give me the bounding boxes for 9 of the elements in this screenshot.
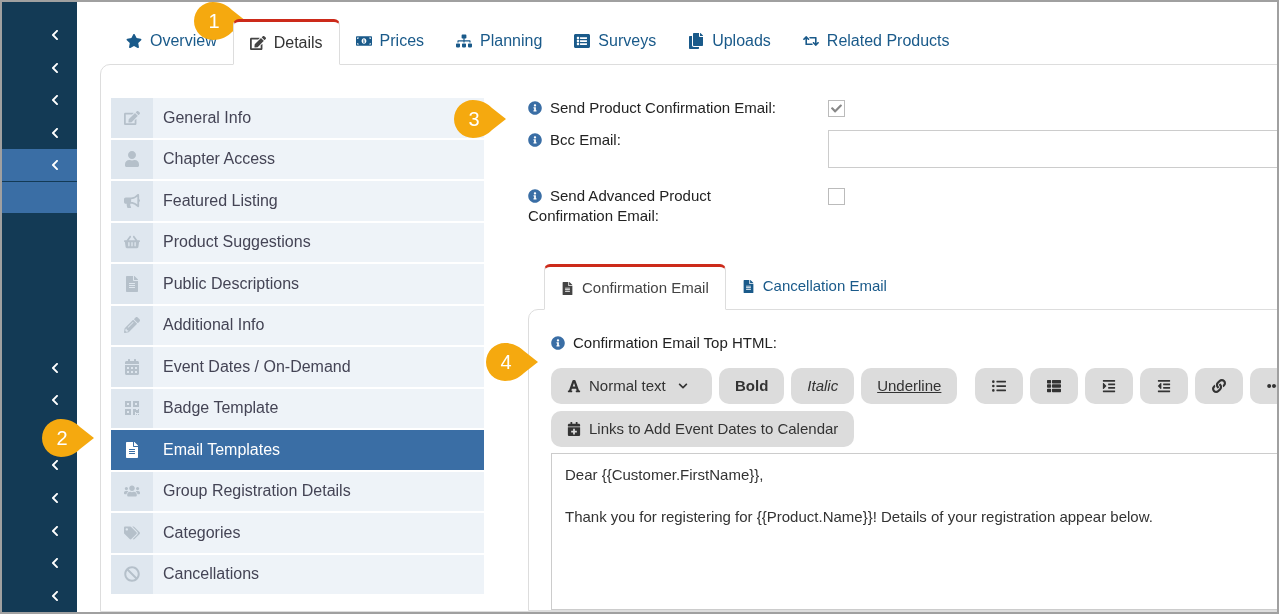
field-label: Bcc Email: [528,131,621,148]
editor-label: Confirmation Email Top HTML: [551,334,1277,352]
callout-tooltip: 3 [454,100,506,138]
callout-tooltip: 4 [486,343,538,381]
callout-tooltip: 2 [42,419,94,457]
field-label: Send Product Confirmation Email: [528,99,776,116]
editor-text: Dear {{Customer.FirstName}}, [565,465,765,485]
field-label: Send Advanced Product Confirmation Email: [528,187,711,224]
editor-text: Thank you for registering for {{Product.Name}}! Details of your registration appear below. [565,507,1154,527]
